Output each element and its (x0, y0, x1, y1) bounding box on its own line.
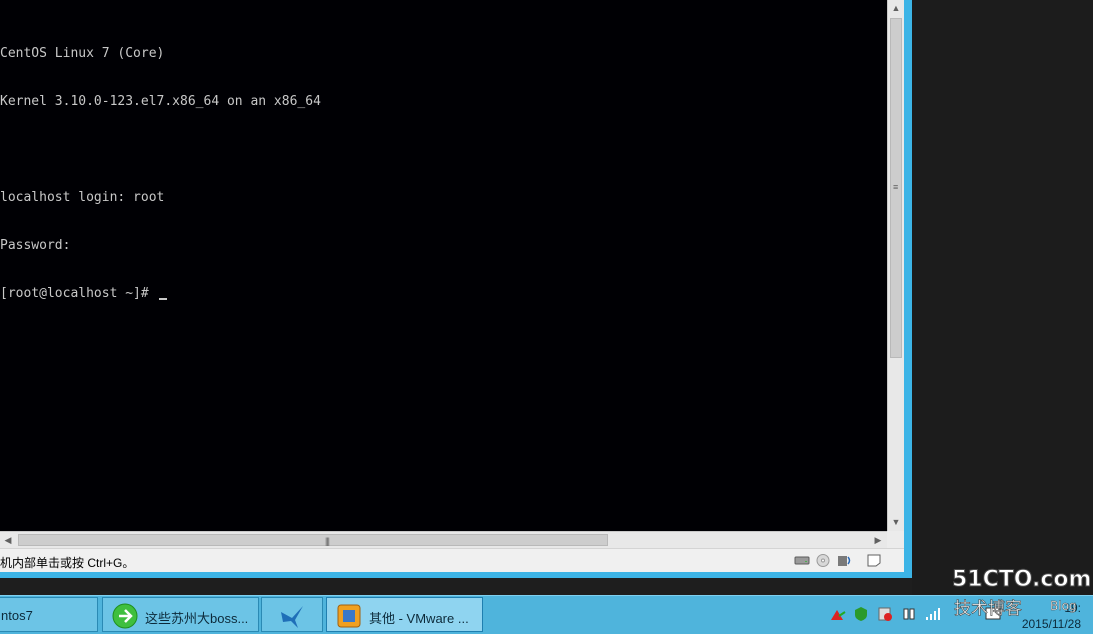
cd-drive-icon[interactable] (815, 553, 831, 568)
vertical-scrollbar[interactable]: ▲ ≡ ▼ (887, 0, 904, 531)
console-prompt: [root@localhost ~]# (0, 286, 157, 301)
taskbar-item-vmware[interactable]: 其他 - VMware ... (326, 597, 483, 632)
horizontal-scrollbar[interactable]: ◀ ||| ▶ (0, 531, 887, 548)
desktop-background (912, 0, 1093, 595)
flag-icon[interactable] (830, 606, 846, 622)
scroll-right-arrow-icon[interactable]: ▶ (870, 532, 886, 548)
scroll-left-arrow-icon[interactable]: ◀ (0, 532, 16, 548)
watermark-line2: 技术博客 (954, 599, 1022, 619)
console-line: Kernel 3.10.0-123.el7.x86_64 on an x86_6… (0, 94, 321, 109)
taskbar-item-centos7[interactable]: ntos7 (0, 597, 98, 632)
console-line: Password: (0, 238, 71, 253)
console-line: CentOS Linux 7 (Core) (0, 46, 165, 61)
signal-icon[interactable] (925, 606, 941, 622)
hard-disk-icon[interactable] (794, 553, 810, 568)
horizontal-scroll-thumb[interactable]: ||| (18, 534, 608, 546)
watermark-line3: Blog (1050, 599, 1077, 613)
scroll-down-arrow-icon[interactable]: ▼ (888, 514, 904, 530)
taskbar-item-label: 这些苏州大boss... (145, 611, 249, 626)
taskbar-item-label: ntos7 (1, 608, 33, 623)
vm-console[interactable]: CentOS Linux 7 (Core) Kernel 3.10.0-123.… (0, 0, 887, 531)
console-line: localhost login: root (0, 190, 165, 205)
watermark-line1: 51CTO.com (952, 567, 1090, 592)
scroll-up-arrow-icon[interactable]: ▲ (888, 0, 904, 16)
taskbar: ntos7 这些苏州大boss... 其他 - VMware ... 19: 2… (0, 595, 1093, 634)
browser-icon (112, 603, 138, 629)
status-hint: 机内部单击或按 Ctrl+G。 (0, 556, 135, 570)
text-cursor (158, 298, 167, 300)
security-shield-icon[interactable] (853, 606, 869, 622)
battery-warning-icon[interactable] (877, 606, 893, 622)
taskbar-item-label: 其他 - VMware ... (369, 611, 469, 626)
51cto-watermark-logo: 51CTO.com 技术博客 Blog (952, 567, 1091, 620)
vmware-icon (337, 604, 361, 628)
console-prompt-line: [root@localhost ~]# (0, 286, 887, 302)
vertical-scroll-thumb[interactable]: ≡ (890, 18, 902, 358)
network-adapter-icon[interactable] (836, 553, 852, 568)
device-icon[interactable] (901, 606, 917, 622)
grip-icon: ≡ (893, 182, 899, 192)
grip-icon: ||| (325, 536, 330, 546)
vmware-window: CentOS Linux 7 (Core) Kernel 3.10.0-123.… (0, 0, 912, 578)
taskbar-item-bird-app[interactable] (261, 597, 323, 632)
taskbar-item-browser[interactable]: 这些苏州大boss... (102, 597, 259, 632)
status-bar: 机内部单击或按 Ctrl+G。 (0, 548, 904, 572)
scrollbar-corner (887, 531, 904, 548)
bird-icon (281, 606, 303, 628)
message-icon[interactable] (866, 553, 882, 568)
